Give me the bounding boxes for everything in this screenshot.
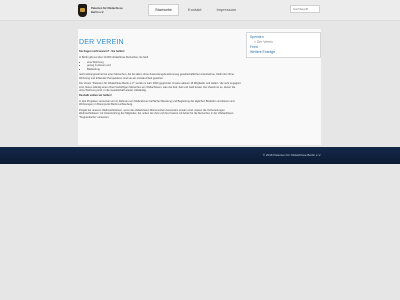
search-input[interactable]: Suchbegriff [290, 5, 320, 13]
paragraph-2: recht wirkungsvoll ist bei einer Mensche… [79, 73, 234, 80]
content-area: DER VEREIN Sie fragen nicht warum? - Sie… [78, 29, 321, 145]
paragraph-1: In Berlin gibt es über 10.000 obdachlose… [79, 55, 149, 59]
nav-item-kontakt[interactable]: Kontakt [182, 4, 208, 16]
sidebar-item-weitere[interactable]: Weitere Einträge [250, 50, 317, 55]
intro-heading: Sie fragen nicht warum? - Sie helfen! [79, 50, 125, 53]
paragraph-3: Der Verein "Patenten für Obdachlose Berl… [79, 82, 241, 92]
site-footer: © 2016 Patenten für Obdachlose Berlin e.… [0, 147, 400, 164]
nav-item-startseite[interactable]: Startseite [148, 4, 179, 16]
list-item: Bekleidung [87, 68, 241, 71]
logo-icon [78, 4, 87, 17]
sidebar: Spenden Der Verein Feed Weitere Einträge [246, 32, 321, 58]
needs-list: eine Wohnung genug zu Essen und Bekleidu… [79, 61, 241, 71]
site-header: Patenten für Obdachlose Berlin e.V. Star… [0, 0, 400, 21]
main-nav: Startseite Kontakt Impressum [148, 4, 245, 16]
main-article: DER VEREIN Sie fragen nicht warum? - Sie… [78, 29, 242, 145]
section-heading: Deshalb wollen wir helfen! [79, 94, 112, 98]
nav-item-impressum[interactable]: Impressum [210, 4, 242, 16]
paragraph-4: In drei Projekten versuchen wir im Rahme… [79, 100, 235, 107]
copyright-text: © 2016 Patenten für Obdachlose Berlin e.… [262, 153, 321, 157]
sidebar-menu: Spenden Der Verein Feed Weitere Einträge [246, 32, 321, 58]
logo-line-2: Berlin e.V. [91, 10, 104, 14]
logo-text: Patenten für Obdachlose Berlin e.V. [91, 7, 123, 14]
page-title: DER VEREIN [79, 39, 124, 46]
paragraph-5: Projekt bei unseren Weihnachtsfeiern, we… [79, 108, 234, 119]
site-logo[interactable]: Patenten für Obdachlose Berlin e.V. [78, 3, 140, 18]
